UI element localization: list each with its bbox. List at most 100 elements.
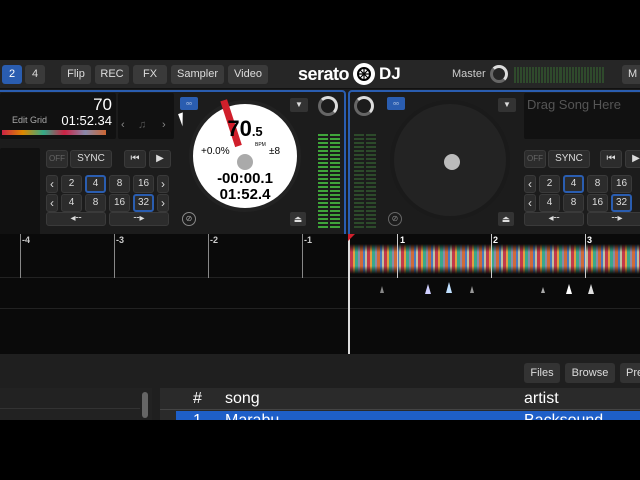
deck-left-loop-shift-forward[interactable]: ╌▸ [109, 212, 169, 226]
deck-left-cue-button[interactable]: ⏮ [124, 150, 146, 168]
cue-point-6-icon [566, 284, 572, 294]
column-artist-header[interactable]: artist [524, 390, 559, 408]
deck-right-gain-knob[interactable] [354, 96, 374, 116]
edit-grid-label[interactable]: Edit Grid [12, 115, 47, 125]
deck-left-eject-dropdown[interactable]: ▼ [290, 98, 308, 112]
flip-button[interactable]: Flip [61, 65, 91, 84]
beat-marker-line [208, 234, 209, 278]
deck-left-autoloop-4[interactable]: 4 [61, 194, 82, 212]
crate-list[interactable] [0, 388, 152, 420]
deck-left-autoloop-next[interactable]: › [157, 194, 169, 212]
deck-right-play-button[interactable]: ▶ [625, 150, 640, 168]
deck-left-time: 01:52.34 [61, 113, 112, 128]
platter-bpm-group: 70.5 [193, 116, 297, 142]
deck-left-off-button[interactable]: OFF [46, 150, 68, 168]
arrow-left-icon: ◂╌ [70, 213, 82, 224]
deck-right-autoloop-16[interactable]: 16 [587, 194, 608, 212]
deck-right-autoloop-32[interactable]: 32 [611, 194, 632, 212]
cue-point-5-icon [541, 287, 545, 293]
platter-bpm-unit: BPM [255, 142, 266, 148]
playhead-line [348, 234, 350, 354]
deck-left-play-button[interactable]: ▶ [149, 150, 171, 168]
platter-range: ±8 [269, 146, 281, 157]
deck-left-gain-knob[interactable] [318, 96, 338, 116]
deck-right-slip-icon[interactable]: ▫▫ [387, 97, 405, 110]
prev-arrow-icon[interactable]: ‹ [121, 119, 125, 131]
deck-right-vu-meter-a [354, 132, 364, 228]
files-button[interactable]: Files [524, 363, 560, 383]
deck-left-loop-double-button[interactable]: › [157, 175, 169, 193]
deck-right-key-lock-icon[interactable]: ⊘ [388, 212, 402, 226]
skip-back-icon: ⏮ [130, 153, 140, 164]
table-row[interactable]: 1 Marabu Backsound [176, 411, 640, 420]
master-volume-knob[interactable] [490, 65, 508, 83]
deck-right-autoloop-8[interactable]: 8 [563, 194, 584, 212]
row-number: 1 [193, 412, 202, 420]
deck-right-loop-2[interactable]: 2 [539, 175, 560, 193]
column-song-header[interactable]: song [225, 390, 260, 408]
deck-right-autoloop-4[interactable]: 4 [539, 194, 560, 212]
deck-right-loop-8[interactable]: 8 [587, 175, 608, 193]
cue-point-1-icon [380, 286, 384, 293]
track-table: # song artist 1 Marabu Backsound [160, 388, 640, 420]
beat-marker-line [20, 234, 21, 278]
deck-right-autoloop-prev[interactable]: ‹ [524, 194, 536, 212]
deck-right-loop-16[interactable]: 16 [611, 175, 632, 193]
deck-left-key-lock-icon[interactable]: ⊘ [182, 212, 196, 226]
deck-left-loop-4[interactable]: 4 [85, 175, 106, 193]
deck-left-vu-meter-a [318, 132, 328, 228]
waveform-overview[interactable]: -4 -3 -2 -1 1 2 3 [0, 234, 640, 354]
sampler-button[interactable]: Sampler [171, 65, 224, 84]
rec-button[interactable]: REC [95, 65, 129, 84]
playhead-marker-icon [348, 234, 355, 241]
deck-left-sync-button[interactable]: SYNC [70, 150, 112, 168]
deck-right-loop-half-button[interactable]: ‹ [524, 175, 536, 193]
chevron-left-icon: ‹ [50, 196, 54, 210]
fx-button[interactable]: FX [133, 65, 167, 84]
deck-left-loop-2[interactable]: 2 [61, 175, 82, 193]
video-button[interactable]: Video [228, 65, 268, 84]
deck-left-autoloop-32[interactable]: 32 [133, 194, 154, 212]
beat-marker-line [585, 234, 586, 278]
deck-left-autoloop-prev[interactable]: ‹ [46, 194, 58, 212]
crate-scrollbar[interactable] [142, 392, 148, 418]
arrow-right-icon: ╌▸ [133, 213, 145, 224]
deck-right-drop-zone[interactable]: Drag Song Here [524, 93, 640, 139]
deck-right-sync-button[interactable]: SYNC [548, 150, 590, 168]
prepare-button[interactable]: Pre [620, 363, 640, 383]
deck-left-slip-icon[interactable]: ▫▫ [180, 97, 198, 110]
row-artist: Backsound [524, 412, 603, 420]
midi-button[interactable]: M [622, 65, 640, 84]
beat-marker-minus3: -3 [116, 235, 125, 245]
play-icon: ▶ [632, 153, 640, 164]
deck-right-loop-4[interactable]: 4 [563, 175, 584, 193]
column-number-header[interactable]: # [193, 390, 202, 408]
drag-song-here-text: Drag Song Here [527, 97, 621, 112]
deck-right-eject-dropdown[interactable]: ▼ [498, 98, 516, 112]
platter-center [237, 154, 253, 170]
deck-right-platter[interactable] [390, 100, 510, 220]
deck-left-loop-half-button[interactable]: ‹ [46, 175, 58, 193]
serato-logo: serato DJ [298, 63, 401, 85]
layout-2-decks-button[interactable]: 2 [2, 65, 22, 84]
beat-marker-plus1: 1 [400, 235, 406, 245]
browse-button[interactable]: Browse [565, 363, 615, 383]
deck-right-eject-icon[interactable]: ⏏ [498, 212, 514, 226]
deck-left-loop-shift-back[interactable]: ◂╌ [46, 212, 106, 226]
deck-left-platter[interactable]: 70.5 BPM +0.0% ±8 -00:00.1 01:52.4 [189, 99, 301, 212]
next-arrow-icon[interactable]: › [162, 119, 166, 131]
deck-left-cue-slots [0, 148, 40, 240]
deck-right-loop-shift-back[interactable]: ◂╌ [524, 212, 584, 226]
deck-left-loop-16[interactable]: 16 [133, 175, 154, 193]
serato-emblem-icon [353, 63, 376, 85]
chevron-left-icon: ‹ [528, 177, 532, 191]
deck-left-eject-icon[interactable]: ⏏ [290, 212, 306, 226]
deck-left-autoloop-16[interactable]: 16 [109, 194, 130, 212]
deck-right-off-button[interactable]: OFF [524, 150, 546, 168]
deck-right-loop-shift-forward[interactable]: ╌▸ [587, 212, 640, 226]
deck-left-autoloop-8[interactable]: 8 [85, 194, 106, 212]
platter-pitch: +0.0% [201, 146, 230, 157]
layout-4-decks-button[interactable]: 4 [25, 65, 45, 84]
deck-right-cue-button[interactable]: ⏮ [600, 150, 622, 168]
deck-left-loop-8[interactable]: 8 [109, 175, 130, 193]
